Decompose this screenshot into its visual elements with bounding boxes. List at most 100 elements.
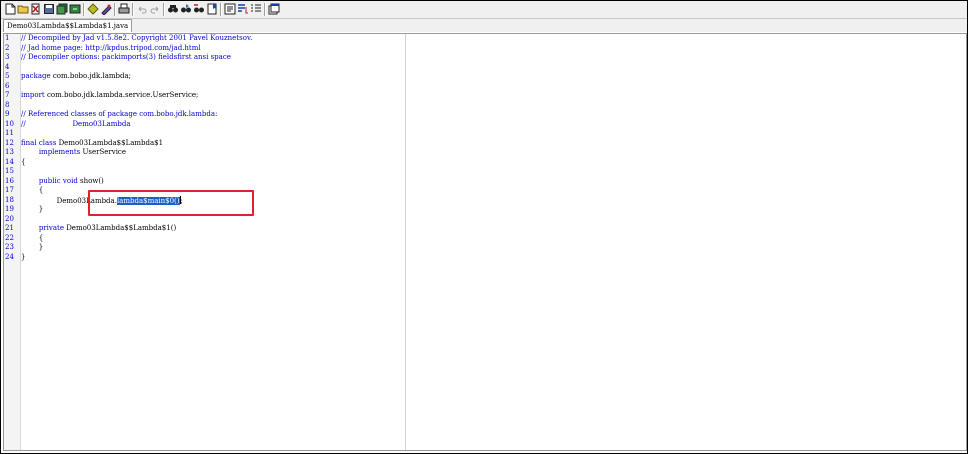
- reload-icon[interactable]: [69, 3, 81, 15]
- line-number: 4: [5, 62, 10, 71]
- close-file-icon[interactable]: [30, 3, 42, 15]
- redo-icon[interactable]: [149, 3, 161, 15]
- replace-icon[interactable]: [193, 3, 205, 15]
- code-line: 1 // Decompiled by Jad v1.5.8e2. Copyrigh…: [4, 34, 904, 44]
- settings-icon[interactable]: [100, 3, 112, 15]
- line-number: 5: [5, 72, 10, 80]
- tab-bar: Demo03Lambda$$Lambda$1.java: [1, 19, 967, 32]
- tab-demo03lambda-java[interactable]: Demo03Lambda$$Lambda$1.java: [3, 19, 133, 32]
- line-number: 17: [5, 186, 14, 194]
- comment-text: // Demo03Lambda: [21, 119, 131, 128]
- toolbar-separator: [163, 3, 165, 16]
- code-text: show(): [77, 176, 104, 185]
- keyword: final class: [21, 138, 57, 147]
- keyword: package: [21, 72, 51, 80]
- line-number: 13: [5, 148, 14, 156]
- code-line: 23 }: [4, 243, 904, 253]
- code-line: 8: [4, 101, 904, 111]
- keyword: private: [38, 224, 64, 232]
- code-text: com.bobo.jdk.lambda;: [50, 72, 132, 80]
- code-line: 21 private Demo03Lambda$$Lambda$1(): [4, 224, 904, 234]
- line-number: 8: [5, 100, 10, 109]
- decompile-icon[interactable]: [87, 3, 99, 15]
- line-number: 12: [5, 138, 14, 147]
- new-file-icon[interactable]: [4, 3, 16, 15]
- line-number: 2: [5, 43, 10, 52]
- open-folder-icon[interactable]: [17, 3, 29, 15]
- line-number: 19: [5, 205, 14, 213]
- save-all-icon[interactable]: [56, 3, 68, 15]
- toolbar-separator: [114, 3, 116, 16]
- code-line: 7 import com.bobo.jdk.lambda.service.User…: [4, 91, 904, 101]
- code-line: 22 {: [4, 234, 904, 244]
- code-text: }: [21, 252, 26, 261]
- code-line: 14 {: [4, 158, 904, 168]
- code-line: 6: [4, 82, 904, 92]
- line-number: 3: [5, 53, 10, 61]
- code-line: 9 // Referenced classes of package com.bo…: [4, 110, 904, 120]
- comment-text: // Referenced classes of package com.bob…: [21, 110, 218, 118]
- line-number: 22: [5, 233, 14, 242]
- line-number: 9: [5, 110, 10, 118]
- line-number: 23: [5, 243, 14, 251]
- line-number: 18: [5, 195, 14, 204]
- line-number: 6: [5, 81, 10, 90]
- code-text: com.bobo.jdk.lambda.service.UserService;: [44, 91, 199, 99]
- comment-text: // Decompiler options: packimports(3) fi…: [21, 53, 231, 61]
- code-line: 2 // Jad home page: http://kpdus.tripod.c…: [4, 44, 904, 54]
- print-icon[interactable]: [118, 3, 130, 15]
- code-text: Demo03Lambda$$Lambda$1(): [63, 224, 177, 232]
- line-number: 11: [5, 129, 14, 137]
- line-number: 15: [5, 167, 14, 175]
- code-line: 3 // Decompiler options: packimports(3) f…: [4, 53, 904, 63]
- code-line: 12 final class Demo03Lambda$$Lambda$1: [4, 139, 904, 149]
- line-number: 10: [5, 119, 14, 128]
- code-text: }: [21, 243, 44, 251]
- list-icon[interactable]: [250, 3, 262, 15]
- format-icon[interactable]: [224, 3, 236, 15]
- line-number: 16: [5, 176, 14, 185]
- word-wrap-icon[interactable]: [237, 3, 249, 15]
- find-next-icon[interactable]: [180, 3, 192, 15]
- line-number: 24: [5, 252, 14, 261]
- undo-icon[interactable]: [136, 3, 148, 15]
- comment-text: // Decompiled by Jad v1.5.8e2. Copyright…: [21, 34, 253, 42]
- line-number: 7: [5, 91, 10, 99]
- code-text: Demo03Lambda$$Lambda$1: [56, 138, 164, 147]
- toolbar-separator: [132, 3, 134, 16]
- code-line: 24}: [4, 253, 904, 263]
- bookmark-icon[interactable]: [206, 3, 218, 15]
- save-icon[interactable]: [43, 3, 55, 15]
- line-number: 21: [5, 224, 14, 232]
- keyword: import: [21, 91, 45, 99]
- line-number: 20: [5, 214, 14, 223]
- code-text: {: [21, 186, 44, 194]
- jad-window: Demo03Lambda$$Lambda$1.java 1 // Decompil…: [0, 0, 968, 454]
- comment-text: // Jad home page: http://kpdus.tripod.co…: [21, 43, 201, 52]
- code-editor[interactable]: 1 // Decompiled by Jad v1.5.8e2. Copyrigh…: [3, 33, 967, 451]
- code-line: 16 public void show(): [4, 177, 904, 187]
- code-text: UserService: [80, 148, 126, 156]
- line-number: 1: [5, 34, 10, 42]
- code-line: 11: [4, 129, 904, 139]
- code-line: 15: [4, 167, 904, 177]
- line-number: 14: [5, 157, 14, 166]
- code-line: 4: [4, 63, 904, 73]
- code-line: 10 // Demo03Lambda: [4, 120, 904, 130]
- toolbar: [1, 1, 967, 19]
- code-text: {: [21, 157, 26, 166]
- toolbar-separator: [83, 3, 85, 16]
- red-annotation-box: [88, 190, 254, 216]
- code-text: }: [21, 205, 44, 213]
- code-line: 13 implements UserService: [4, 148, 904, 158]
- keyword: public void: [38, 176, 78, 185]
- toolbar-separator: [264, 3, 266, 16]
- code-text: {: [21, 233, 44, 242]
- find-icon[interactable]: [167, 3, 179, 15]
- keyword: implements: [38, 148, 81, 156]
- toolbar-separator: [220, 3, 222, 16]
- code-line: 5 package com.bobo.jdk.lambda;: [4, 72, 904, 82]
- window-icon[interactable]: [268, 3, 280, 15]
